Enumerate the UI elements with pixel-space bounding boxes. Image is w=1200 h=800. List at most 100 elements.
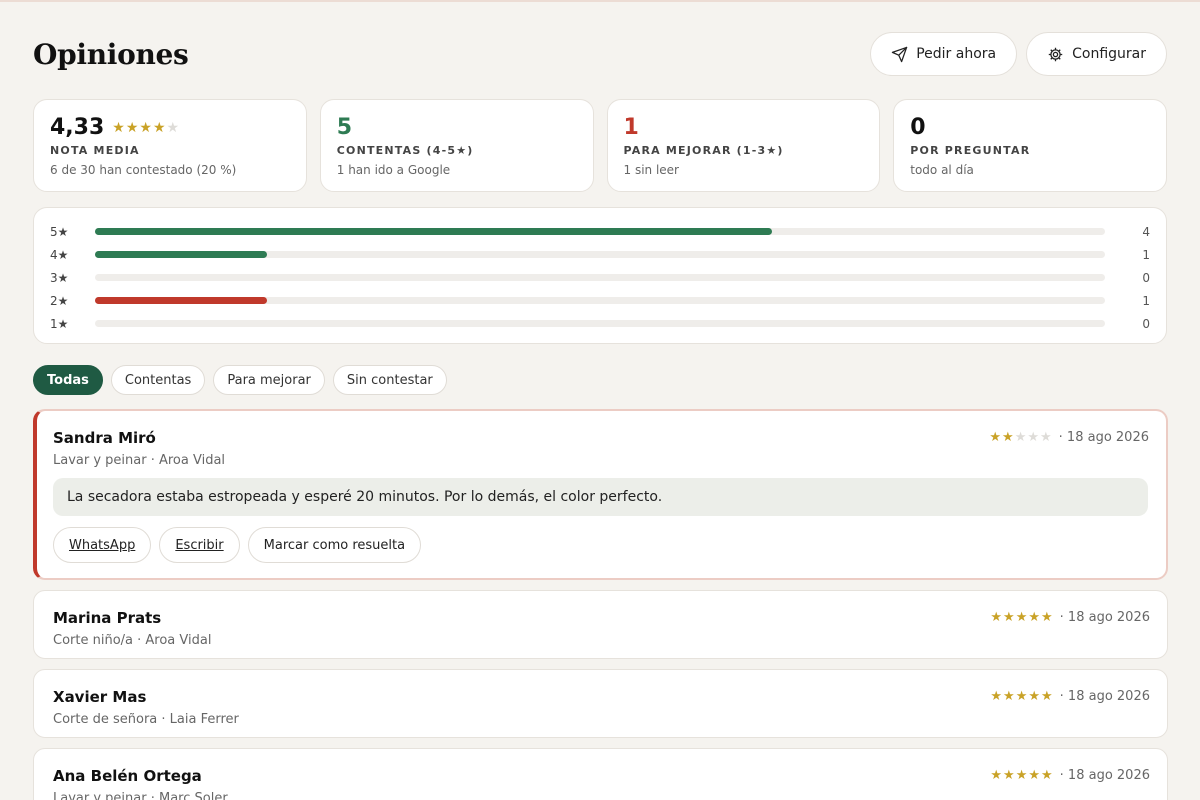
- filter-improve[interactable]: Para mejorar: [213, 365, 325, 395]
- gear-icon: [1048, 47, 1063, 61]
- distribution-label: 2★: [50, 293, 69, 308]
- star-icon: ★: [112, 120, 126, 136]
- settings-label: Configurar: [1072, 46, 1146, 62]
- star-icon: ★: [1040, 430, 1053, 445]
- distribution-track: [95, 251, 1105, 258]
- review-service: Corte de señora · Laia Ferrer: [53, 712, 239, 727]
- stat-card-happy: 5 CONTENTAS (4-5★) 1 han ido a Google: [319, 99, 594, 192]
- star-icon: ★: [1015, 768, 1029, 783]
- review-service: Lavar y peinar · Aroa Vidal: [53, 453, 226, 468]
- rating-stars: ★★★★★: [989, 430, 1052, 445]
- distribution-label: 4★: [50, 247, 69, 262]
- stat-label: POR PREGUNTAR: [910, 144, 1031, 157]
- distribution-count: 1: [1142, 247, 1150, 262]
- rating-stars: ★★★★★: [112, 114, 180, 142]
- stat-value: 5: [336, 115, 353, 140]
- review-card[interactable]: Marina Prats Corte niño/a · Aroa Vidal ★…: [33, 590, 1168, 659]
- stat-label: PARA MEJORAR (1-3★): [623, 144, 784, 157]
- star-icon: ★: [1041, 768, 1054, 783]
- stat-sub: 6 de 30 han contestado (20 %): [50, 163, 237, 177]
- star-icon: ★: [990, 768, 1004, 783]
- distribution-row: 2★ 1: [50, 289, 1150, 312]
- star-icon: ★: [1041, 689, 1054, 704]
- review-actions: WhatsApp Escribir Marcar como resuelta: [53, 527, 1148, 563]
- star-icon: ★: [990, 689, 1004, 704]
- distribution-track: [95, 297, 1105, 304]
- distribution-count: 0: [1142, 316, 1150, 331]
- star-icon: ★: [1003, 610, 1016, 625]
- stat-value: 4,33: [50, 115, 105, 140]
- distribution-row: 4★ 1: [50, 243, 1150, 266]
- review-rating-date: ★★★★★ · 18 ago 2026: [990, 768, 1150, 783]
- settings-button[interactable]: Configurar: [1026, 32, 1167, 76]
- stat-label: NOTA MEDIA: [50, 144, 140, 157]
- write-button[interactable]: Escribir: [159, 527, 240, 563]
- distribution-bar: [95, 228, 772, 235]
- stat-sub: 1 sin leer: [623, 163, 680, 177]
- star-icon: ★: [1028, 768, 1042, 783]
- star-icon: ★: [1003, 689, 1016, 704]
- mark-resolved-button[interactable]: Marcar como resuelta: [247, 527, 422, 563]
- review-service: Corte niño/a · Aroa Vidal: [53, 633, 212, 648]
- review-date: · 18 ago 2026: [1059, 610, 1150, 625]
- star-icon: ★: [1028, 689, 1042, 704]
- review-card[interactable]: Sandra Miró Lavar y peinar · Aroa Vidal …: [33, 409, 1168, 580]
- review-date: · 18 ago 2026: [1058, 430, 1149, 445]
- distribution-bar: [95, 251, 267, 258]
- distribution-label: 1★: [50, 316, 69, 331]
- star-icon: ★: [990, 610, 1004, 625]
- rating-stars: ★★★★★: [990, 689, 1053, 704]
- stat-value: 1: [623, 115, 639, 140]
- distribution-bar: [95, 297, 267, 304]
- rating-stars: ★★★★★: [990, 768, 1053, 783]
- reviewer-name: Sandra Miró: [53, 429, 156, 447]
- reviewer-name: Xavier Mas: [53, 688, 147, 706]
- distribution-track: [95, 228, 1105, 235]
- distribution-count: 4: [1142, 224, 1150, 239]
- stat-card-pending: 0 POR PREGUNTAR todo al día: [893, 99, 1167, 192]
- star-icon: ★: [1002, 430, 1015, 445]
- review-text: La secadora estaba estropeada y esperé 2…: [53, 478, 1148, 516]
- filter-all[interactable]: Todas: [33, 365, 103, 395]
- star-icon: ★: [152, 120, 167, 136]
- reviewer-name: Ana Belén Ortega: [53, 767, 202, 785]
- star-icon: ★: [139, 120, 153, 136]
- distribution-track: [95, 320, 1105, 327]
- distribution-track: [95, 274, 1105, 281]
- order-now-button[interactable]: Pedir ahora: [870, 32, 1018, 76]
- review-card[interactable]: Xavier Mas Corte de señora · Laia Ferrer…: [33, 669, 1168, 738]
- stat-label: CONTENTAS (4-5★): [336, 144, 474, 157]
- review-rating-date: ★★★★★ · 18 ago 2026: [989, 430, 1149, 445]
- whatsapp-button[interactable]: WhatsApp: [53, 527, 152, 563]
- review-date: · 18 ago 2026: [1059, 768, 1150, 783]
- star-icon: ★: [125, 120, 140, 136]
- header-actions: Pedir ahora Configurar: [870, 32, 1167, 76]
- distribution-label: 5★: [50, 224, 69, 239]
- order-now-label: Pedir ahora: [916, 46, 997, 62]
- distribution-label: 3★: [50, 270, 69, 285]
- distribution-count: 0: [1142, 270, 1150, 285]
- send-icon: [891, 46, 908, 62]
- filter-happy[interactable]: Contentas: [110, 365, 206, 395]
- stat-value-row: 4,33 ★★★★★: [50, 114, 290, 142]
- star-icon: ★: [1015, 610, 1029, 625]
- filter-unanswered[interactable]: Sin contestar: [332, 365, 447, 395]
- star-icon: ★: [1015, 689, 1029, 704]
- distribution-row: 5★ 4: [50, 220, 1150, 243]
- review-card[interactable]: Ana Belén Ortega Lavar y peinar · Marc S…: [33, 748, 1168, 800]
- rating-stars: ★★★★★: [990, 610, 1053, 625]
- star-icon: ★: [1003, 768, 1016, 783]
- review-service: Lavar y peinar · Marc Soler: [53, 791, 228, 800]
- star-icon: ★: [1028, 610, 1042, 625]
- page-title: Opiniones: [33, 38, 189, 71]
- rating-distribution: 5★ 4 4★ 1 3★ 0 2★ 1 1★ 0: [33, 207, 1167, 344]
- distribution-row: 3★ 0: [50, 266, 1150, 289]
- star-icon: ★: [166, 120, 181, 136]
- stat-value: 0: [910, 115, 926, 140]
- distribution-count: 1: [1142, 293, 1150, 308]
- star-icon: ★: [989, 430, 1003, 445]
- review-rating-date: ★★★★★ · 18 ago 2026: [990, 610, 1150, 625]
- star-icon: ★: [1041, 610, 1054, 625]
- review-date: · 18 ago 2026: [1059, 689, 1150, 704]
- filter-tabs: Todas Contentas Para mejorar Sin contest…: [33, 365, 447, 395]
